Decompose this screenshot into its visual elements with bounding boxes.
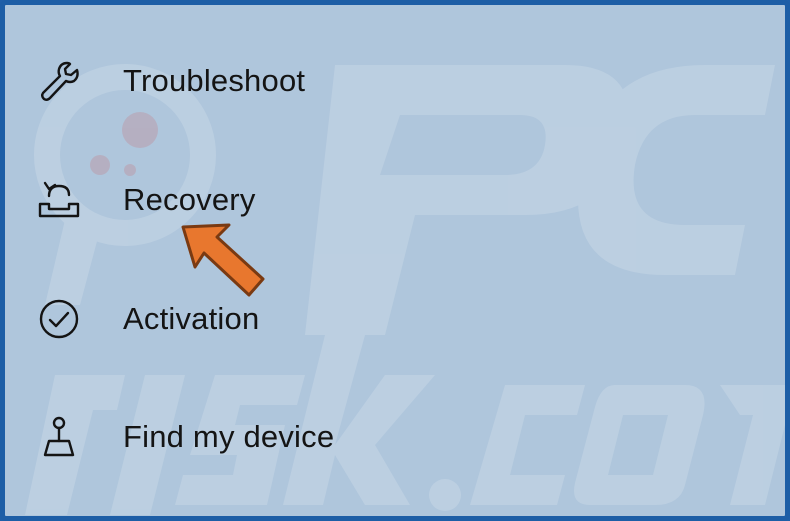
settings-panel-frame: Troubleshoot Recovery Activation Find my…	[0, 0, 790, 521]
nav-item-activation[interactable]: Activation	[35, 287, 395, 351]
wrench-icon	[35, 57, 83, 105]
nav-item-find-my-device[interactable]: Find my device	[35, 405, 395, 469]
check-circle-icon	[35, 295, 83, 343]
nav-item-label: Recovery	[123, 182, 256, 217]
nav-item-label: Find my device	[123, 419, 335, 454]
recovery-icon	[35, 176, 83, 224]
nav-item-recovery[interactable]: Recovery	[35, 168, 395, 232]
find-device-icon	[35, 413, 83, 461]
nav-item-label: Activation	[123, 301, 260, 336]
nav-item-troubleshoot[interactable]: Troubleshoot	[35, 49, 395, 113]
settings-nav-menu: Troubleshoot Recovery Activation Find my…	[5, 5, 785, 516]
nav-item-label: Troubleshoot	[123, 63, 306, 98]
